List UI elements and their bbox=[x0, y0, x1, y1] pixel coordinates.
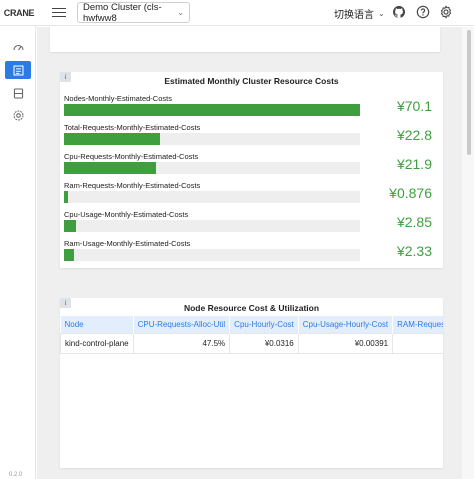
cost-bar-track bbox=[64, 220, 360, 232]
crane-logo[interactable]: CRANE bbox=[3, 4, 35, 22]
cost-bar-track bbox=[64, 249, 360, 261]
table-row: kind-control-plane 47.5% ¥0.0316 ¥0.0039… bbox=[60, 332, 443, 354]
chevron-down-icon: ⌄ bbox=[378, 9, 385, 18]
node-table: Node CPU-Requests-Alloc-Util Cpu-Hourly-… bbox=[60, 316, 443, 354]
column-header-cpu-requests-alloc-util[interactable]: CPU-Requests-Alloc-Util bbox=[133, 316, 231, 333]
cost-report-icon bbox=[13, 65, 23, 75]
sidebar-item-dashboard[interactable] bbox=[5, 38, 31, 56]
server-icon bbox=[13, 88, 23, 98]
top-card bbox=[50, 27, 440, 52]
cost-bar bbox=[64, 104, 360, 116]
settings-gear-icon bbox=[13, 110, 23, 120]
cost-value: ¥0.876 bbox=[389, 185, 432, 201]
scrollbar-thumb[interactable] bbox=[467, 30, 471, 155]
column-header-cpu-hourly-cost[interactable]: Cpu-Hourly-Cost bbox=[229, 316, 299, 333]
top-bar: CRANE Demo Cluster (cls-hwfww8 ⌄ 切换语言 ⌄ bbox=[0, 0, 474, 26]
logo-text: CRANE bbox=[3, 8, 35, 18]
cost-row: Ram-Requests-Monthly-Estimated-Costs ¥0.… bbox=[64, 181, 436, 209]
cluster-select[interactable]: Demo Cluster (cls-hwfww8 ⌄ bbox=[77, 1, 190, 24]
table-header-row: Node CPU-Requests-Alloc-Util Cpu-Hourly-… bbox=[60, 316, 443, 333]
menu-icon[interactable] bbox=[52, 5, 66, 19]
github-icon[interactable] bbox=[392, 5, 406, 19]
cost-value: ¥22.8 bbox=[396, 127, 432, 143]
cost-row: Total-Requests-Monthly-Estimated-Costs ¥… bbox=[64, 123, 436, 151]
cost-bar bbox=[64, 162, 157, 174]
monthly-cost-panel: i Estimated Monthly Cluster Resource Cos… bbox=[60, 72, 443, 268]
panel-title: Node Resource Cost & Utilization bbox=[183, 303, 320, 313]
cost-value: ¥21.9 bbox=[396, 156, 432, 172]
version-label: 0.2.0 bbox=[9, 472, 23, 478]
settings-icon[interactable] bbox=[439, 5, 453, 19]
cluster-select-value: Demo Cluster (cls-hwfww8 bbox=[83, 1, 162, 24]
cost-label: Total-Requests-Monthly-Estimated-Costs bbox=[64, 123, 201, 132]
cost-bar bbox=[64, 249, 74, 261]
cost-label: Cpu-Usage-Monthly-Estimated-Costs bbox=[64, 210, 189, 219]
cost-bar-track bbox=[64, 191, 360, 203]
cost-bar-track bbox=[64, 104, 360, 116]
table-cell: ¥0.00391 bbox=[297, 332, 394, 354]
cost-value: ¥2.85 bbox=[396, 214, 432, 230]
panel-title: Estimated Monthly Cluster Resource Costs bbox=[164, 76, 339, 86]
cost-bar bbox=[64, 133, 161, 145]
cost-label: Ram-Usage-Monthly-Estimated-Costs bbox=[64, 239, 191, 248]
cost-row: Ram-Usage-Monthly-Estimated-Costs ¥2.33 bbox=[64, 239, 436, 267]
cost-bar bbox=[64, 191, 68, 203]
language-switch[interactable]: 切换语言 ⌄ bbox=[334, 6, 385, 21]
help-icon[interactable] bbox=[416, 5, 430, 19]
table-cell: kind-control-plane bbox=[60, 332, 134, 354]
dashboard-gauge-icon bbox=[13, 44, 23, 50]
cost-label: Cpu-Requests-Monthly-Estimated-Costs bbox=[64, 152, 199, 161]
column-header-ram-requests[interactable]: RAM-Requests bbox=[392, 316, 443, 333]
cost-value: ¥2.33 bbox=[396, 243, 432, 259]
table-cell: 47.5% bbox=[132, 332, 231, 354]
chevron-down-icon: ⌄ bbox=[177, 8, 184, 17]
cost-bar-track bbox=[64, 162, 360, 174]
sidebar-item-nodes[interactable] bbox=[5, 84, 31, 102]
cost-row: Cpu-Requests-Monthly-Estimated-Costs ¥21… bbox=[64, 152, 436, 180]
column-header-node[interactable]: Node bbox=[60, 316, 134, 333]
table-cell bbox=[392, 332, 443, 354]
cost-bar bbox=[64, 220, 77, 232]
cost-row: Nodes-Monthly-Estimated-Costs ¥70.1 bbox=[64, 94, 436, 122]
cost-value: ¥70.1 bbox=[396, 98, 432, 114]
sidebar bbox=[0, 26, 36, 479]
sidebar-item-settings[interactable] bbox=[5, 106, 31, 124]
cost-bar-track bbox=[64, 133, 360, 145]
cost-row: Cpu-Usage-Monthly-Estimated-Costs ¥2.85 bbox=[64, 210, 436, 238]
table-cell: ¥0.0316 bbox=[229, 332, 299, 354]
cost-label: Ram-Requests-Monthly-Estimated-Costs bbox=[64, 181, 201, 190]
sidebar-item-cost[interactable] bbox=[5, 61, 31, 79]
cost-label: Nodes-Monthly-Estimated-Costs bbox=[64, 94, 172, 103]
column-header-cpu-usage-hourly-cost[interactable]: Cpu-Usage-Hourly-Cost bbox=[298, 316, 394, 333]
language-label: 切换语言 bbox=[334, 10, 374, 21]
